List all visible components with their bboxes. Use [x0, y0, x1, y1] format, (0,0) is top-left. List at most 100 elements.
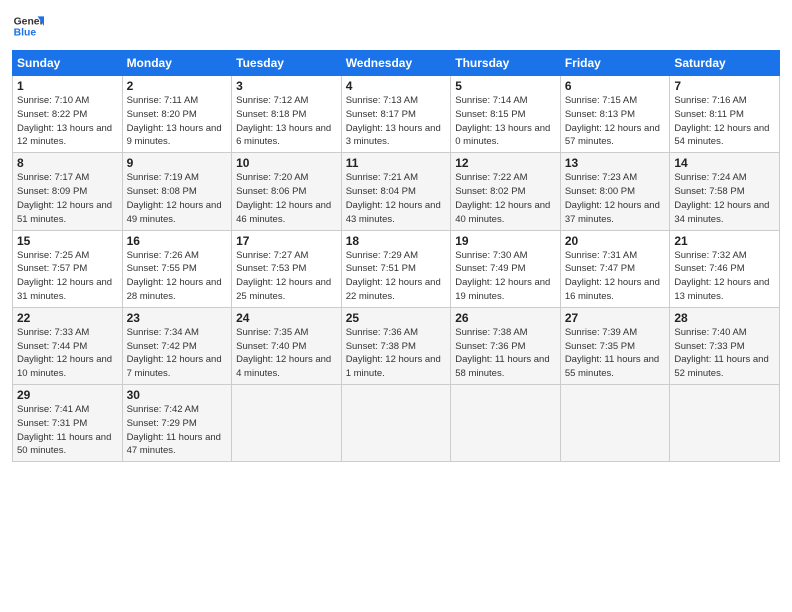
day-info: Sunrise: 7:34 AMSunset: 7:42 PMDaylight:… [127, 327, 222, 379]
calendar-day-cell: 10 Sunrise: 7:20 AMSunset: 8:06 PMDaylig… [232, 153, 342, 230]
day-number: 23 [127, 311, 228, 325]
day-number: 21 [674, 234, 775, 248]
day-info: Sunrise: 7:35 AMSunset: 7:40 PMDaylight:… [236, 327, 331, 379]
calendar-day-cell [451, 385, 561, 462]
logo: General Blue [12, 10, 44, 42]
calendar-day-cell: 15 Sunrise: 7:25 AMSunset: 7:57 PMDaylig… [13, 230, 123, 307]
day-of-week-header: Friday [560, 51, 670, 76]
calendar-day-cell [670, 385, 780, 462]
calendar-day-cell: 26 Sunrise: 7:38 AMSunset: 7:36 PMDaylig… [451, 307, 561, 384]
day-info: Sunrise: 7:15 AMSunset: 8:13 PMDaylight:… [565, 95, 660, 147]
calendar-day-cell: 21 Sunrise: 7:32 AMSunset: 7:46 PMDaylig… [670, 230, 780, 307]
calendar-week-row: 29 Sunrise: 7:41 AMSunset: 7:31 PMDaylig… [13, 385, 780, 462]
day-number: 25 [346, 311, 447, 325]
day-of-week-header: Monday [122, 51, 232, 76]
day-info: Sunrise: 7:11 AMSunset: 8:20 PMDaylight:… [127, 95, 222, 147]
day-info: Sunrise: 7:24 AMSunset: 7:58 PMDaylight:… [674, 172, 769, 224]
day-number: 9 [127, 156, 228, 170]
calendar-day-cell: 1 Sunrise: 7:10 AMSunset: 8:22 PMDayligh… [13, 76, 123, 153]
day-info: Sunrise: 7:13 AMSunset: 8:17 PMDaylight:… [346, 95, 441, 147]
day-info: Sunrise: 7:39 AMSunset: 7:35 PMDaylight:… [565, 327, 659, 379]
day-number: 29 [17, 388, 118, 402]
calendar-day-cell: 27 Sunrise: 7:39 AMSunset: 7:35 PMDaylig… [560, 307, 670, 384]
calendar-day-cell: 2 Sunrise: 7:11 AMSunset: 8:20 PMDayligh… [122, 76, 232, 153]
day-info: Sunrise: 7:19 AMSunset: 8:08 PMDaylight:… [127, 172, 222, 224]
logo-icon: General Blue [12, 10, 44, 42]
calendar-day-cell: 30 Sunrise: 7:42 AMSunset: 7:29 PMDaylig… [122, 385, 232, 462]
day-of-week-header: Wednesday [341, 51, 451, 76]
calendar-day-cell: 24 Sunrise: 7:35 AMSunset: 7:40 PMDaylig… [232, 307, 342, 384]
day-of-week-header: Saturday [670, 51, 780, 76]
day-number: 26 [455, 311, 556, 325]
calendar-day-cell: 6 Sunrise: 7:15 AMSunset: 8:13 PMDayligh… [560, 76, 670, 153]
day-info: Sunrise: 7:30 AMSunset: 7:49 PMDaylight:… [455, 250, 550, 302]
day-number: 17 [236, 234, 337, 248]
day-info: Sunrise: 7:12 AMSunset: 8:18 PMDaylight:… [236, 95, 331, 147]
day-number: 8 [17, 156, 118, 170]
day-info: Sunrise: 7:33 AMSunset: 7:44 PMDaylight:… [17, 327, 112, 379]
day-number: 10 [236, 156, 337, 170]
calendar-day-cell [232, 385, 342, 462]
calendar-week-row: 8 Sunrise: 7:17 AMSunset: 8:09 PMDayligh… [13, 153, 780, 230]
day-number: 5 [455, 79, 556, 93]
calendar-week-row: 22 Sunrise: 7:33 AMSunset: 7:44 PMDaylig… [13, 307, 780, 384]
calendar-week-row: 1 Sunrise: 7:10 AMSunset: 8:22 PMDayligh… [13, 76, 780, 153]
day-of-week-header: Tuesday [232, 51, 342, 76]
day-info: Sunrise: 7:42 AMSunset: 7:29 PMDaylight:… [127, 404, 221, 456]
day-info: Sunrise: 7:25 AMSunset: 7:57 PMDaylight:… [17, 250, 112, 302]
calendar-day-cell: 22 Sunrise: 7:33 AMSunset: 7:44 PMDaylig… [13, 307, 123, 384]
calendar-day-cell [341, 385, 451, 462]
calendar-day-cell [560, 385, 670, 462]
day-number: 15 [17, 234, 118, 248]
header: General Blue [12, 10, 780, 42]
calendar-day-cell: 4 Sunrise: 7:13 AMSunset: 8:17 PMDayligh… [341, 76, 451, 153]
day-info: Sunrise: 7:10 AMSunset: 8:22 PMDaylight:… [17, 95, 112, 147]
calendar-day-cell: 29 Sunrise: 7:41 AMSunset: 7:31 PMDaylig… [13, 385, 123, 462]
calendar-header-row: SundayMondayTuesdayWednesdayThursdayFrid… [13, 51, 780, 76]
day-info: Sunrise: 7:36 AMSunset: 7:38 PMDaylight:… [346, 327, 441, 379]
page: General Blue SundayMondayTuesdayWednesda… [0, 0, 792, 612]
calendar-day-cell: 9 Sunrise: 7:19 AMSunset: 8:08 PMDayligh… [122, 153, 232, 230]
day-info: Sunrise: 7:29 AMSunset: 7:51 PMDaylight:… [346, 250, 441, 302]
calendar-day-cell: 16 Sunrise: 7:26 AMSunset: 7:55 PMDaylig… [122, 230, 232, 307]
day-info: Sunrise: 7:21 AMSunset: 8:04 PMDaylight:… [346, 172, 441, 224]
day-of-week-header: Thursday [451, 51, 561, 76]
calendar-week-row: 15 Sunrise: 7:25 AMSunset: 7:57 PMDaylig… [13, 230, 780, 307]
day-number: 12 [455, 156, 556, 170]
day-info: Sunrise: 7:14 AMSunset: 8:15 PMDaylight:… [455, 95, 550, 147]
svg-text:Blue: Blue [14, 28, 37, 39]
calendar-day-cell: 5 Sunrise: 7:14 AMSunset: 8:15 PMDayligh… [451, 76, 561, 153]
day-info: Sunrise: 7:23 AMSunset: 8:00 PMDaylight:… [565, 172, 660, 224]
day-number: 4 [346, 79, 447, 93]
day-number: 14 [674, 156, 775, 170]
day-number: 1 [17, 79, 118, 93]
calendar-day-cell: 17 Sunrise: 7:27 AMSunset: 7:53 PMDaylig… [232, 230, 342, 307]
day-number: 11 [346, 156, 447, 170]
day-number: 16 [127, 234, 228, 248]
calendar-day-cell: 14 Sunrise: 7:24 AMSunset: 7:58 PMDaylig… [670, 153, 780, 230]
day-of-week-header: Sunday [13, 51, 123, 76]
day-number: 7 [674, 79, 775, 93]
calendar-day-cell: 11 Sunrise: 7:21 AMSunset: 8:04 PMDaylig… [341, 153, 451, 230]
calendar-day-cell: 3 Sunrise: 7:12 AMSunset: 8:18 PMDayligh… [232, 76, 342, 153]
day-number: 30 [127, 388, 228, 402]
calendar-day-cell: 12 Sunrise: 7:22 AMSunset: 8:02 PMDaylig… [451, 153, 561, 230]
calendar-day-cell: 20 Sunrise: 7:31 AMSunset: 7:47 PMDaylig… [560, 230, 670, 307]
day-info: Sunrise: 7:26 AMSunset: 7:55 PMDaylight:… [127, 250, 222, 302]
day-number: 27 [565, 311, 666, 325]
calendar-day-cell: 8 Sunrise: 7:17 AMSunset: 8:09 PMDayligh… [13, 153, 123, 230]
day-number: 22 [17, 311, 118, 325]
day-number: 13 [565, 156, 666, 170]
calendar-day-cell: 19 Sunrise: 7:30 AMSunset: 7:49 PMDaylig… [451, 230, 561, 307]
calendar-day-cell: 28 Sunrise: 7:40 AMSunset: 7:33 PMDaylig… [670, 307, 780, 384]
day-info: Sunrise: 7:22 AMSunset: 8:02 PMDaylight:… [455, 172, 550, 224]
day-number: 2 [127, 79, 228, 93]
day-number: 18 [346, 234, 447, 248]
day-info: Sunrise: 7:40 AMSunset: 7:33 PMDaylight:… [674, 327, 768, 379]
calendar-day-cell: 18 Sunrise: 7:29 AMSunset: 7:51 PMDaylig… [341, 230, 451, 307]
calendar-table: SundayMondayTuesdayWednesdayThursdayFrid… [12, 50, 780, 462]
calendar-day-cell: 7 Sunrise: 7:16 AMSunset: 8:11 PMDayligh… [670, 76, 780, 153]
day-number: 28 [674, 311, 775, 325]
calendar-day-cell: 25 Sunrise: 7:36 AMSunset: 7:38 PMDaylig… [341, 307, 451, 384]
day-info: Sunrise: 7:16 AMSunset: 8:11 PMDaylight:… [674, 95, 769, 147]
